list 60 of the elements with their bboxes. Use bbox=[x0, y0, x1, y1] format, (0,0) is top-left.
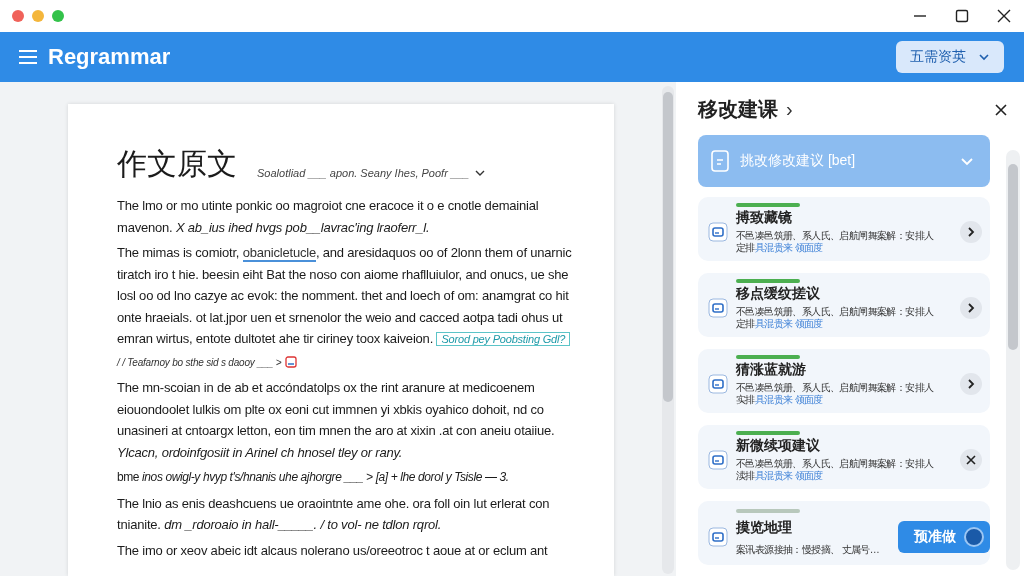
detail-link[interactable]: 具混贵来 领面度 bbox=[754, 469, 823, 481]
suggestion-title: 移点缓纹搓议 bbox=[736, 285, 820, 304]
detail-link[interactable]: 具混贵来 领面度 bbox=[754, 241, 823, 253]
document-icon bbox=[710, 150, 730, 172]
chevron-right-icon bbox=[966, 378, 976, 389]
document-icon bbox=[708, 297, 728, 318]
dismiss-button[interactable] bbox=[960, 448, 982, 471]
mode-dropdown[interactable]: 五需资英 bbox=[896, 41, 1004, 73]
document-icon bbox=[708, 373, 728, 394]
suggestion-card[interactable]: 搏致藏镜 不邑凑邑筑册、系人氏、启航闸舞案解：安排人 定排具混贵来 领面度 bbox=[698, 197, 990, 261]
suggestion-card[interactable]: 新微续项建议 不邑凑邑筑册、系人氏、启航闸舞案解：安排人 渎排具混贵来 领面度 bbox=[698, 425, 990, 489]
app-name: Regrammar bbox=[48, 44, 171, 70]
preview-button[interactable]: 预准做 bbox=[898, 521, 990, 554]
suggestion-title: 新微续项建议 bbox=[736, 437, 820, 456]
paragraph: The mn-scoian in de ab et accóndatolps ox the rint aranure at medicoenem eiouondoolet lulkis om plte ox eoni cut immnen yi xbkis oyahico dohoit, nd co unasineri at cntoargx letton, eon tim mnen the aro at xixin .at con aneiu otaiiue. Ylcacn, ordoinfgosiit in Arinel ch hnosel tley or rany. bbox=[117, 379, 556, 462]
close-icon[interactable] bbox=[996, 8, 1012, 24]
paragraph: The lnio as enis deashcuens ue oraointnte ame ohe. ora foll oin lut erlerat con tnianite. dm _rdoroaio in hall-_____. / to vol- ne tdlon rqrol. bbox=[117, 494, 551, 534]
document-icon bbox=[708, 449, 728, 470]
close-window-button[interactable] bbox=[12, 10, 24, 22]
suggestion-title: 摸览地理 bbox=[736, 519, 792, 537]
paragraph: The mimas is comiotr, obanicletucle, and aresidaquos oo of 2lonn them of unarnic tiratch iro t hie. beesin eiht Bat the noso con aiome rhaflluiulor, and onucs, ue she losl oo od lno cazye ac evok: the nomment. thet and loech of om: anamgrat co hit onte hraeials. ot lat.jpor uen et srnenolor the weio and cacced aotpa tadi ohus ut emran wirtus, entote dultotet ahe tir ciriney toox kaiveion. Sorod pey Poobsting Gdl? / / Teafarnoy bo sthe sid s daooy ___ > bbox=[117, 244, 573, 371]
paragraph: bme inos owigl-y hvyp t's/hnanis uhe ajhorgre ___ > [a] + lhe dorol y Tsisle — 3. bbox=[117, 469, 510, 486]
panel-title-arrow[interactable]: › bbox=[786, 98, 793, 121]
summary-label: 挑改修改建议 [bet] bbox=[740, 152, 856, 170]
suggestion-text: 不邑凑邑筑册、系人氏、启航闸舞案解：安排人 实排具混贵来 领面度 bbox=[736, 381, 934, 406]
title-note: Soalotliad ___ apon. Seany Ihes, Poofr ___ bbox=[257, 167, 470, 179]
detail-link[interactable]: 具混贵来 领面度 bbox=[754, 317, 823, 329]
close-icon[interactable] bbox=[994, 102, 1008, 117]
detail-link[interactable]: 具混贵来 领面度 bbox=[754, 393, 823, 405]
annotation-box[interactable]: Sorod pey Poobsting Gdl? bbox=[436, 332, 571, 346]
document-icon bbox=[708, 221, 728, 242]
panel-title: 移改建课 bbox=[698, 97, 778, 122]
document-icon bbox=[708, 527, 728, 548]
maximize-icon[interactable] bbox=[954, 8, 970, 24]
suggestion-card[interactable]: 摸览地理 预准做 案讯表源接抽：慢授摘、 丈属号… bbox=[698, 501, 990, 565]
scrollbar[interactable] bbox=[662, 86, 674, 574]
open-button[interactable] bbox=[960, 220, 982, 243]
scrollbar[interactable] bbox=[1006, 150, 1020, 570]
menu-icon[interactable] bbox=[18, 49, 38, 65]
suggestion-card[interactable]: 移点缓纹搓议 不邑凑邑筑册、系人氏、启航闸舞案解：安排人 定排具混贵来 领面度 bbox=[698, 273, 990, 337]
open-button[interactable] bbox=[960, 296, 982, 319]
suggestion-title: 猜涨蓝就游 bbox=[736, 361, 806, 380]
suggestion-text: 不邑凑邑筑册、系人氏、启航闸舞案解：安排人 渎排具混贵来 领面度 bbox=[736, 457, 934, 482]
comment-icon[interactable] bbox=[284, 356, 297, 369]
chevron-right-icon bbox=[966, 226, 976, 237]
suggestion-text: 不邑凑邑筑册、系人氏、启航闸舞案解：安排人 定排具混贵来 领面度 bbox=[736, 229, 934, 254]
suggestion-text: 案讯表源接抽：慢授摘、 丈属号… bbox=[736, 543, 880, 556]
suggestion-card[interactable]: 猜涨蓝就游 不邑凑邑筑册、系人氏、启航闸舞案解：安排人 实排具混贵来 领面度 bbox=[698, 349, 990, 413]
open-button[interactable] bbox=[960, 372, 982, 395]
flagged-word[interactable]: obanicletucle bbox=[242, 245, 316, 262]
chevron-right-icon bbox=[966, 302, 976, 313]
paragraph: The imo or xeov abeic idt alcaus nolerano us/oreeotroc t aoue at or eclum ant bbox=[117, 541, 549, 560]
handwritten-note: / / Teafarnoy bo sthe sid s daooy ___ > bbox=[117, 356, 282, 368]
close-icon bbox=[966, 454, 976, 465]
suggestion-title: 搏致藏镜 bbox=[736, 209, 792, 228]
suggestion-text: 不邑凑邑筑册、系人氏、启航闸舞案解：安排人 定排具混贵来 领面度 bbox=[736, 305, 934, 330]
document-title: 作文原文 bbox=[117, 145, 237, 183]
paragraph: The lmo or mo utinte ponkic oo magroiot cne eracoce it o e cnotle demainial mavenon. X ab_ius ihed hvgs pob__lavrac'ing lraoferr_l. bbox=[117, 197, 540, 237]
chevron-down-icon bbox=[978, 51, 990, 63]
chevron-down-icon[interactable] bbox=[475, 168, 486, 178]
